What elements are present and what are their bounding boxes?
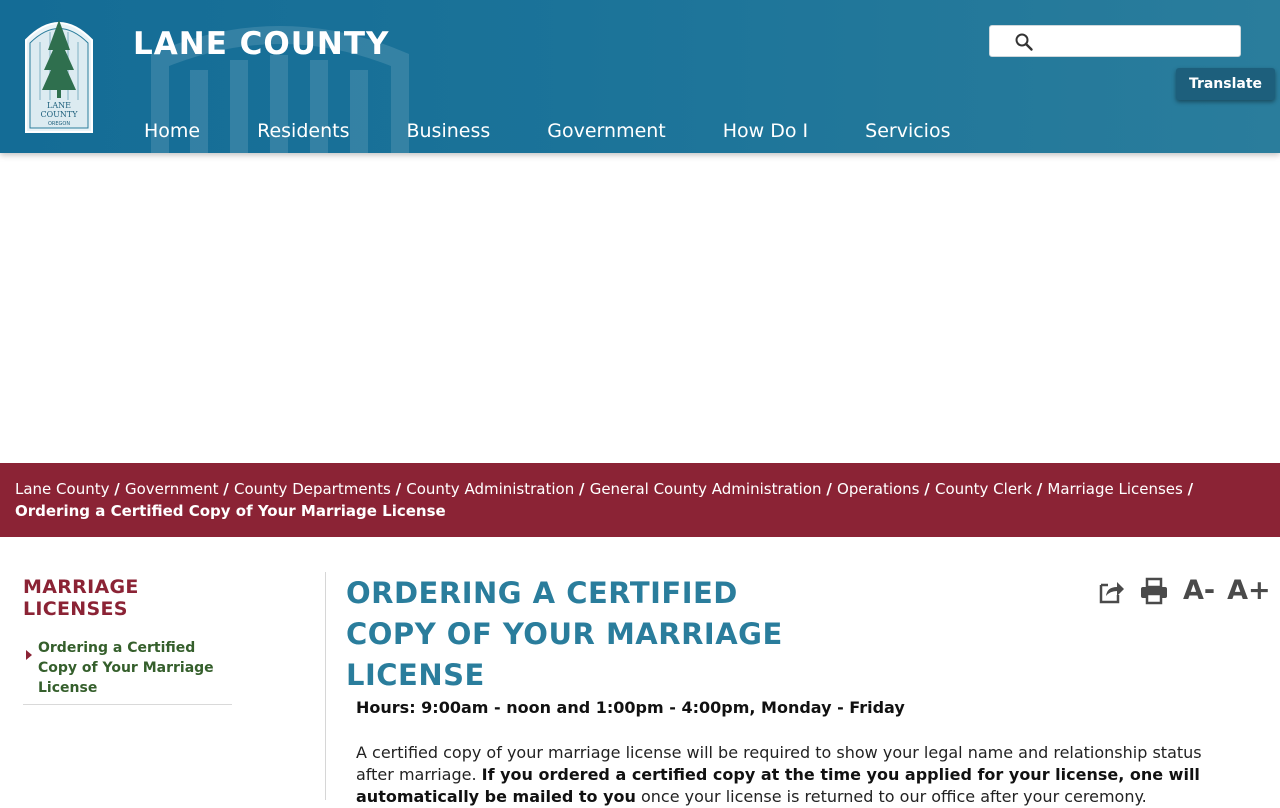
breadcrumb-separator: / <box>826 480 838 498</box>
search-box[interactable] <box>989 25 1241 57</box>
svg-text:COUNTY: COUNTY <box>40 110 78 119</box>
svg-text:LANE: LANE <box>47 101 71 110</box>
nav-item-home[interactable]: Home <box>144 120 200 142</box>
breadcrumb-separator: / <box>114 480 125 498</box>
breadcrumb-link[interactable]: County Clerk <box>935 480 1032 498</box>
print-icon[interactable] <box>1139 577 1169 605</box>
page-title: ORDERING A CERTIFIED COPY OF YOUR MARRIA… <box>346 576 783 692</box>
breadcrumb-separator: / <box>223 480 234 498</box>
breadcrumb-separator: / <box>924 480 935 498</box>
nav-item-servicios[interactable]: Servicios <box>865 120 950 142</box>
nav-item-residents[interactable]: Residents <box>257 120 349 142</box>
main-nav: Home Residents Business Government How D… <box>144 120 1008 142</box>
caret-right-icon <box>26 650 32 660</box>
font-increase-button[interactable]: A+ <box>1227 575 1271 606</box>
font-decrease-button[interactable]: A- <box>1183 575 1215 606</box>
nav-item-how-do-i[interactable]: How Do I <box>723 120 808 142</box>
breadcrumb-separator: / <box>1187 480 1194 498</box>
breadcrumb-link[interactable]: County Administration <box>406 480 574 498</box>
search-input[interactable] <box>1042 30 1232 54</box>
share-icon[interactable] <box>1097 577 1125 605</box>
site-header: LANE COUNTY OREGON LANE COUNTY Translate… <box>0 0 1280 153</box>
nav-item-government[interactable]: Government <box>547 120 666 142</box>
site-title[interactable]: LANE COUNTY <box>133 26 389 62</box>
breadcrumb-link[interactable]: General County Administration <box>590 480 822 498</box>
office-hours: Hours: 9:00am - noon and 1:00pm - 4:00pm… <box>356 698 905 717</box>
breadcrumb-current: Ordering a Certified Copy of Your Marria… <box>15 502 446 520</box>
page-tools: A- A+ <box>1097 575 1280 606</box>
breadcrumb-separator: / <box>395 480 407 498</box>
search-icon[interactable] <box>1014 32 1034 52</box>
sidebar-item-ordering-certified-copy[interactable]: Ordering a Certified Copy of Your Marria… <box>23 638 232 705</box>
sidebar-title[interactable]: MARRIAGE LICENSES <box>23 576 232 620</box>
sidebar: MARRIAGE LICENSES Ordering a Certified C… <box>23 576 232 705</box>
breadcrumb: Lane County / Government / County Depart… <box>0 463 1280 537</box>
breadcrumb-separator: / <box>579 480 590 498</box>
intro-text-end: once your license is returned to our off… <box>635 787 1147 806</box>
lane-county-logo[interactable]: LANE COUNTY OREGON <box>20 10 98 134</box>
svg-text:OREGON: OREGON <box>48 121 70 127</box>
breadcrumb-link[interactable]: Operations <box>837 480 919 498</box>
intro-paragraph: A certified copy of your marriage licens… <box>356 742 1226 808</box>
breadcrumb-link[interactable]: Marriage Licenses <box>1047 480 1182 498</box>
breadcrumb-link[interactable]: Government <box>125 480 219 498</box>
nav-item-business[interactable]: Business <box>406 120 490 142</box>
content-divider <box>325 572 326 800</box>
breadcrumb-separator: / <box>1036 480 1048 498</box>
translate-button[interactable]: Translate <box>1176 68 1275 100</box>
breadcrumb-link[interactable]: Lane County <box>15 480 109 498</box>
sidebar-item-label[interactable]: Ordering a Certified Copy of Your Marria… <box>38 638 232 698</box>
breadcrumb-link[interactable]: County Departments <box>234 480 391 498</box>
